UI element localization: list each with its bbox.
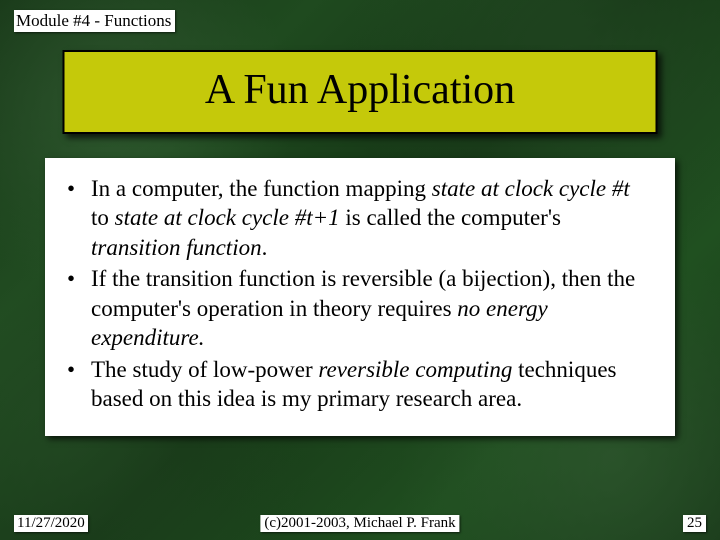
bullet-text: to — [91, 205, 115, 230]
bullet-text: . — [262, 235, 268, 260]
bullet-text: In a computer, the function mapping — [91, 176, 432, 201]
bullet-italic: reversible computing — [318, 357, 512, 382]
module-header: Module #4 - Functions — [14, 10, 175, 32]
list-item: If the transition function is reversible… — [67, 264, 653, 352]
footer-copyright: (c)2001-2003, Michael P. Frank — [260, 515, 459, 532]
bullet-text: The study of low-power — [91, 357, 318, 382]
module-header-text: Module #4 - Functions — [16, 11, 171, 30]
bullet-italic: state at clock cycle #t — [432, 176, 630, 201]
list-item: In a computer, the function mapping stat… — [67, 174, 653, 262]
bullet-italic: state at clock cycle #t+1 — [115, 205, 340, 230]
bullet-text: If the transition function is reversible… — [91, 266, 635, 320]
bullet-italic: transition function — [91, 235, 262, 260]
footer-page-number: 25 — [683, 515, 706, 532]
bullet-list: In a computer, the function mapping stat… — [67, 174, 653, 414]
footer-date: 11/27/2020 — [14, 515, 88, 532]
bullet-text: is called the computer's — [340, 205, 561, 230]
list-item: The study of low-power reversible comput… — [67, 355, 653, 414]
slide-title: A Fun Application — [75, 66, 646, 114]
content-box: In a computer, the function mapping stat… — [45, 158, 675, 436]
footer: 11/27/2020 (c)2001-2003, Michael P. Fran… — [0, 510, 720, 532]
title-box: A Fun Application — [63, 50, 658, 134]
